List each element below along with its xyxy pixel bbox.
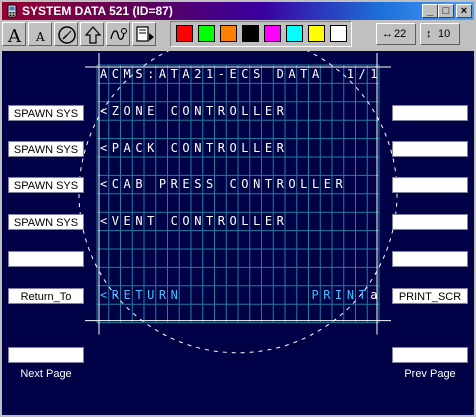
- mcdu-print-suffix: a: [370, 287, 383, 302]
- right-line-key-5[interactable]: [392, 251, 468, 267]
- window-title: SYSTEM DATA 521 (ID=87): [22, 4, 173, 18]
- arrow-up-button[interactable]: [80, 22, 104, 46]
- right-line-key-3[interactable]: [392, 177, 468, 193]
- svg-text:A: A: [7, 26, 22, 45]
- mcdu-option-cab-press-controller[interactable]: <CAB PRESS CONTROLLER: [100, 177, 347, 191]
- prev-page-label: Prev Page: [404, 368, 456, 380]
- mcdu-option-pack-controller[interactable]: <PACK CONTROLLER: [100, 141, 288, 155]
- mcdu-print-option[interactable]: PRINT: [312, 288, 371, 302]
- color-swatch[interactable]: [220, 25, 237, 42]
- mcdu-title: ACMS:ATA21-ECS DATA: [100, 67, 324, 81]
- export-button[interactable]: [132, 22, 156, 46]
- clock-icon: [58, 26, 76, 44]
- font-large-button[interactable]: A: [2, 22, 26, 46]
- close-button[interactable]: ×: [456, 4, 472, 18]
- right-line-key-1[interactable]: [392, 105, 468, 121]
- left-line-key-return-to[interactable]: Return_To: [8, 288, 84, 304]
- phone-icon: [7, 4, 17, 18]
- color-palette: [170, 21, 352, 47]
- clock-button[interactable]: [54, 22, 78, 46]
- toolbar: A A ↔ 22 ↕ 10: [0, 20, 476, 50]
- horizontal-arrows-icon: ↔: [382, 28, 393, 40]
- next-page-label: Next Page: [20, 368, 72, 380]
- color-swatch[interactable]: [242, 25, 259, 42]
- mcdu-option-zone-controller[interactable]: <ZONE CONTROLLER: [100, 104, 288, 118]
- left-line-key-5[interactable]: [8, 251, 84, 267]
- left-line-key-3[interactable]: SPAWN SYS: [8, 177, 84, 193]
- export-icon: [136, 26, 154, 42]
- right-line-key-2[interactable]: [392, 141, 468, 157]
- height-spinner[interactable]: ↕ 10: [420, 23, 460, 45]
- mcdu-option-vent-controller[interactable]: <VENT CONTROLLER: [100, 214, 288, 228]
- curve-icon: [110, 28, 127, 40]
- next-page-button[interactable]: [8, 347, 84, 363]
- curve-button[interactable]: [106, 22, 130, 46]
- width-value: 22: [394, 28, 407, 40]
- font-small-icon: A: [35, 30, 45, 44]
- font-large-icon: A: [7, 26, 22, 45]
- app-window: SYSTEM DATA 521 (ID=87) _ □ × A A ↔ 22 ↕…: [0, 0, 476, 417]
- height-value: 10: [438, 28, 451, 40]
- maximize-button[interactable]: □: [438, 4, 454, 18]
- color-swatch[interactable]: [198, 25, 215, 42]
- color-swatch[interactable]: [176, 25, 193, 42]
- left-line-key-4[interactable]: SPAWN SYS: [8, 214, 84, 230]
- color-swatch[interactable]: [330, 25, 347, 42]
- mcdu-return-option[interactable]: <RETURN: [100, 288, 182, 302]
- minimize-button[interactable]: _: [422, 4, 438, 18]
- color-swatch[interactable]: [264, 25, 281, 42]
- color-swatch[interactable]: [286, 25, 303, 42]
- left-line-key-2[interactable]: SPAWN SYS: [8, 141, 84, 157]
- title-bar[interactable]: SYSTEM DATA 521 (ID=87) _ □ ×: [2, 2, 474, 20]
- color-swatch[interactable]: [308, 25, 325, 42]
- mcdu-panel: ACMS:ATA21-ECS DATA 1/1 <ZONE CONTROLLER…: [2, 51, 474, 415]
- font-small-button[interactable]: A: [28, 22, 52, 46]
- prev-page-button[interactable]: [392, 347, 468, 363]
- arrow-up-icon: [84, 26, 102, 44]
- width-spinner[interactable]: ↔ 22: [376, 23, 416, 45]
- right-line-key-4[interactable]: [392, 214, 468, 230]
- print-screen-button[interactable]: PRINT_SCR: [392, 288, 468, 304]
- vertical-arrows-icon: ↕: [426, 28, 432, 40]
- mcdu-page-number: 1/1: [346, 67, 383, 81]
- left-line-key-1[interactable]: SPAWN SYS: [8, 105, 84, 121]
- svg-text:A: A: [35, 30, 45, 44]
